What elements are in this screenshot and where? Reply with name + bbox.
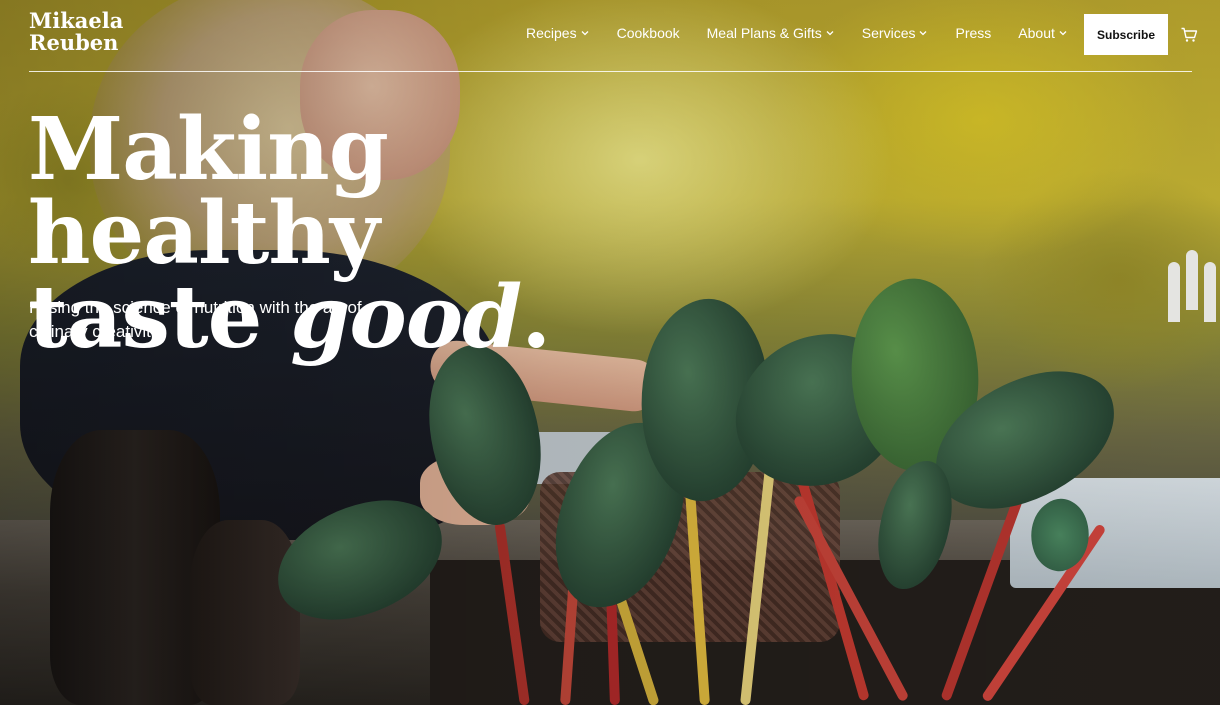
site-logo[interactable]: Mikaela Reuben (29, 10, 169, 54)
nav-item-label: About (1018, 25, 1055, 41)
main-nav: Recipes Cookbook Meal Plans & Gifts Serv… (526, 25, 1095, 41)
cart-icon[interactable] (1180, 26, 1198, 44)
chevron-down-icon (826, 31, 834, 36)
chevron-down-icon (1059, 31, 1067, 36)
hero-section: Mikaela Reuben Recipes Cookbook Meal Pla… (0, 0, 1220, 705)
header-divider (29, 71, 1192, 72)
nav-item-about[interactable]: About (1018, 25, 1068, 41)
chevron-down-icon (920, 31, 927, 36)
nav-item-recipes[interactable]: Recipes (526, 25, 590, 41)
headline-period: . (521, 267, 551, 368)
nav-item-services[interactable]: Services (862, 25, 929, 41)
nav-item-label: Cookbook (616, 25, 680, 41)
chevron-down-icon (581, 31, 589, 36)
nav-item-label: Meal Plans & Gifts (706, 25, 822, 41)
nav-item-label: Services (861, 25, 916, 41)
hero-subtitle: Fusing the science of nutrition with the… (29, 298, 362, 341)
nav-item-label: Recipes (526, 25, 577, 41)
nav-item-meal-plans[interactable]: Meal Plans & Gifts (707, 25, 835, 41)
nav-item-cookbook[interactable]: Cookbook (617, 25, 680, 41)
logo-line-1: Mikaela (29, 8, 124, 33)
nav-item-label: Press (955, 25, 992, 41)
site-header: Mikaela Reuben Recipes Cookbook Meal Pla… (0, 0, 1220, 72)
logo-line-2: Reuben (29, 30, 119, 55)
headline-line-1: Making healthy (28, 99, 389, 284)
nav-item-press[interactable]: Press (955, 25, 991, 41)
subscribe-button[interactable]: Subscribe (1084, 14, 1168, 55)
